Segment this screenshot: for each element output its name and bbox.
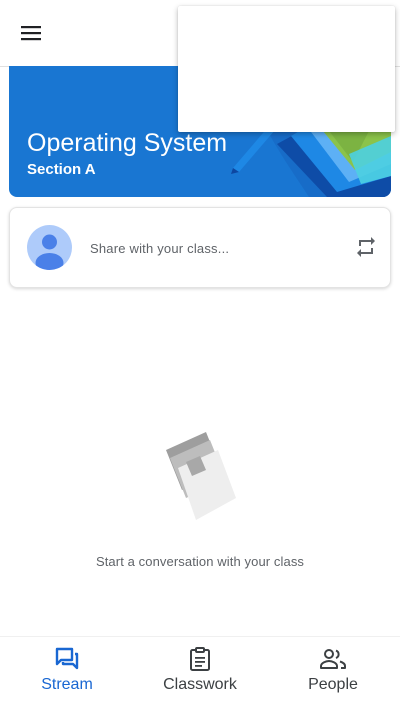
class-section: Section A: [27, 161, 96, 178]
repost-icon: [357, 237, 375, 257]
nav-label-classwork: Classwork: [163, 676, 237, 693]
share-announcement-card[interactable]: Share with your class...: [9, 207, 391, 288]
overflow-menu-popup[interactable]: [178, 6, 395, 132]
stream-icon: [55, 647, 79, 670]
bottom-navigation: Stream Classwork People: [0, 636, 400, 701]
conversation-papers-icon: [166, 432, 236, 520]
nav-label-people: People: [308, 676, 358, 693]
user-avatar: [27, 225, 72, 270]
person-avatar-icon: [35, 234, 64, 270]
nav-label-stream: Stream: [41, 676, 93, 693]
people-icon: [320, 649, 346, 669]
class-title: Operating System: [27, 129, 228, 157]
share-placeholder-text: Share with your class...: [90, 241, 230, 256]
navigation-menu-button[interactable]: [10, 12, 52, 54]
nav-tab-stream[interactable]: Stream: [0, 637, 134, 701]
hamburger-menu-icon: [21, 26, 41, 41]
nav-tab-people[interactable]: People: [266, 637, 400, 701]
classwork-icon: [190, 647, 210, 671]
nav-tab-classwork[interactable]: Classwork: [133, 637, 267, 701]
empty-state-message: Start a conversation with your class: [95, 554, 305, 569]
repost-button[interactable]: [350, 231, 382, 263]
